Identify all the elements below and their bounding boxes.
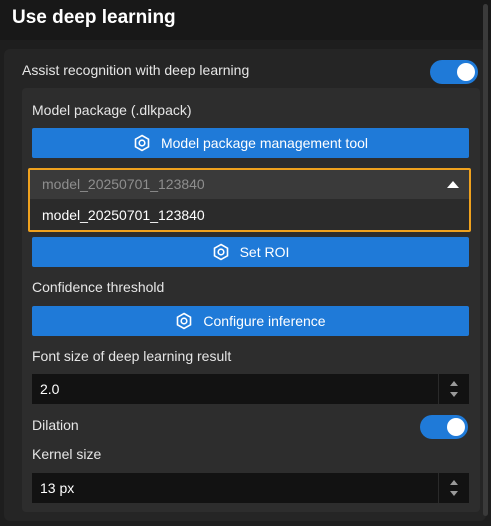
font-size-spinbox[interactable]: 2.0 — [32, 374, 469, 404]
model-package-management-label: Model package management tool — [160, 135, 369, 151]
configure-inference-label: Configure inference — [203, 313, 326, 329]
confidence-threshold-label: Confidence threshold — [32, 279, 165, 295]
model-package-management-button[interactable]: Model package management tool — [32, 128, 469, 158]
page-title: Use deep learning — [12, 7, 176, 28]
increment-arrow-icon[interactable] — [450, 480, 458, 485]
model-package-label: Model package (.dlkpack) — [32, 102, 192, 118]
font-size-label: Font size of deep learning result — [32, 348, 232, 364]
model-package-dropdown[interactable]: model_20250701_123840 model_20250701_123… — [28, 168, 471, 232]
title-bar: Use deep learning — [0, 0, 491, 40]
dilation-toggle[interactable] — [420, 415, 468, 439]
dilation-label: Dilation — [32, 417, 79, 433]
assist-toggle[interactable] — [430, 60, 478, 84]
dropdown-option-label: model_20250701_123840 — [42, 207, 205, 223]
spin-arrows[interactable] — [438, 473, 469, 503]
dropdown-option[interactable]: model_20250701_123840 — [30, 200, 469, 230]
kernel-size-label: Kernel size — [32, 446, 102, 462]
toggle-knob — [457, 63, 475, 81]
configure-inference-button[interactable]: Configure inference — [32, 306, 469, 336]
kernel-size-value: 13 px — [40, 480, 75, 496]
decrement-arrow-icon[interactable] — [450, 392, 458, 397]
set-roi-button[interactable]: Set ROI — [32, 237, 469, 267]
toggle-knob — [447, 418, 465, 436]
settings-hexagon-icon — [213, 243, 228, 261]
settings-hexagon-icon — [177, 312, 192, 330]
set-roi-label: Set ROI — [239, 244, 290, 260]
dropdown-selected-value: model_20250701_123840 — [42, 176, 205, 192]
dropdown-selected[interactable]: model_20250701_123840 — [30, 170, 469, 199]
chevron-up-icon — [447, 181, 459, 188]
decrement-arrow-icon[interactable] — [450, 491, 458, 496]
scrollbar[interactable] — [483, 4, 488, 516]
font-size-value: 2.0 — [40, 381, 60, 397]
settings-hexagon-icon — [134, 134, 150, 152]
kernel-size-spinbox[interactable]: 13 px — [32, 473, 469, 503]
spin-arrows[interactable] — [438, 374, 469, 404]
increment-arrow-icon[interactable] — [450, 381, 458, 386]
assist-label: Assist recognition with deep learning — [22, 62, 250, 78]
